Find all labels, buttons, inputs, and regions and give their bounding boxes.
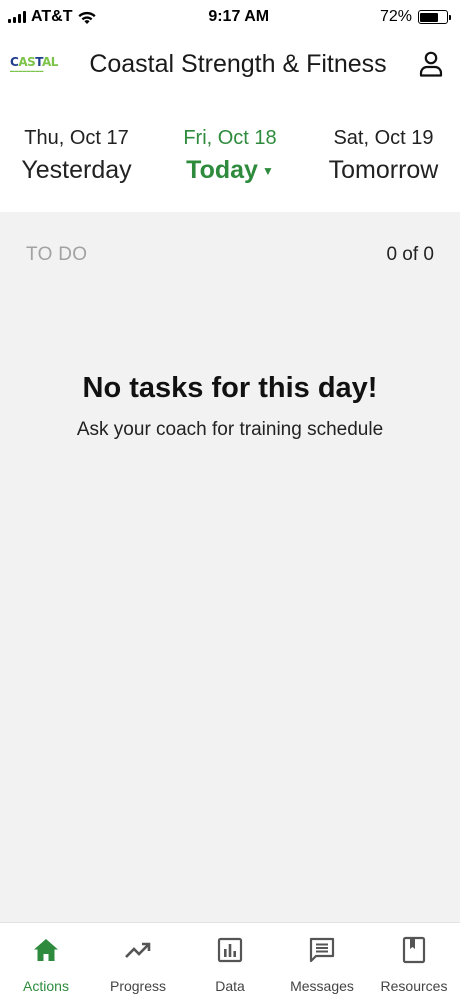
status-bar: AT&T 9:17 AM 72% xyxy=(0,0,460,34)
nav-label: Data xyxy=(215,978,245,994)
nav-actions[interactable]: Actions xyxy=(0,923,92,996)
nav-label: Messages xyxy=(290,978,354,994)
empty-state-subtitle: Ask your coach for training schedule xyxy=(76,419,384,440)
app-header: CASTAL ▬▬▬▬▬▬▬▬ Coastal Strength & Fitne… xyxy=(0,34,460,94)
empty-state-title: No tasks for this day! xyxy=(82,372,378,404)
day-date: Thu, Oct 17 xyxy=(24,127,129,149)
logo-wordmark: CASTAL xyxy=(10,54,58,69)
caret-down-icon: ▼ xyxy=(261,164,274,179)
carrier-label: AT&T xyxy=(31,8,73,25)
day-date: Fri, Oct 18 xyxy=(183,127,277,149)
bar-chart-icon xyxy=(216,936,244,964)
day-tomorrow[interactable]: Sat, Oct 19 Tomorrow xyxy=(307,126,460,186)
page-title: Coastal Strength & Fitness xyxy=(89,49,387,78)
todo-header: TO DO 0 of 0 xyxy=(0,212,460,266)
nav-label: Progress xyxy=(109,978,167,994)
message-icon xyxy=(308,936,336,964)
brand-logo: CASTAL ▬▬▬▬▬▬▬▬ xyxy=(10,49,66,79)
day-label: Today xyxy=(186,156,258,184)
task-content: TO DO 0 of 0 No tasks for this day! Ask … xyxy=(0,212,460,922)
day-today[interactable]: Fri, Oct 18 Today ▼ xyxy=(154,126,307,187)
cellular-signal-icon xyxy=(8,11,26,23)
nav-data[interactable]: Data xyxy=(184,923,276,996)
status-left: AT&T xyxy=(8,8,97,26)
nav-resources[interactable]: Resources xyxy=(368,923,460,996)
trending-up-icon xyxy=(124,936,152,964)
empty-state: No tasks for this day! Ask your coach fo… xyxy=(0,372,460,441)
nav-progress[interactable]: Progress xyxy=(92,923,184,996)
bottom-nav: Actions Progress Data Messages Resources xyxy=(0,922,460,996)
day-date: Sat, Oct 19 xyxy=(333,127,434,149)
logo-tagline: ▬▬▬▬▬▬▬▬ xyxy=(10,67,44,73)
status-time: 9:17 AM xyxy=(208,8,270,25)
battery-icon xyxy=(417,10,451,24)
day-label: Tomorrow xyxy=(328,156,439,184)
day-label-wrap: Today ▼ xyxy=(154,154,307,187)
battery-percent: 72% xyxy=(379,8,412,25)
profile-button[interactable] xyxy=(418,50,444,78)
battery-fill xyxy=(420,12,439,22)
status-right: 72% xyxy=(379,8,451,26)
todo-count: 0 of 0 xyxy=(386,244,434,265)
wifi-icon xyxy=(78,11,97,24)
day-label: Yesterday xyxy=(21,156,132,184)
todo-label: TO DO xyxy=(26,244,88,265)
nav-messages[interactable]: Messages xyxy=(276,923,368,996)
home-icon xyxy=(32,936,60,964)
day-yesterday[interactable]: Thu, Oct 17 Yesterday xyxy=(0,126,153,186)
book-icon xyxy=(400,936,428,964)
nav-label: Resources xyxy=(380,978,448,994)
date-selector: Thu, Oct 17 Yesterday Fri, Oct 18 Today ▼… xyxy=(0,94,460,212)
user-icon xyxy=(419,51,443,77)
nav-label: Actions xyxy=(23,978,69,994)
